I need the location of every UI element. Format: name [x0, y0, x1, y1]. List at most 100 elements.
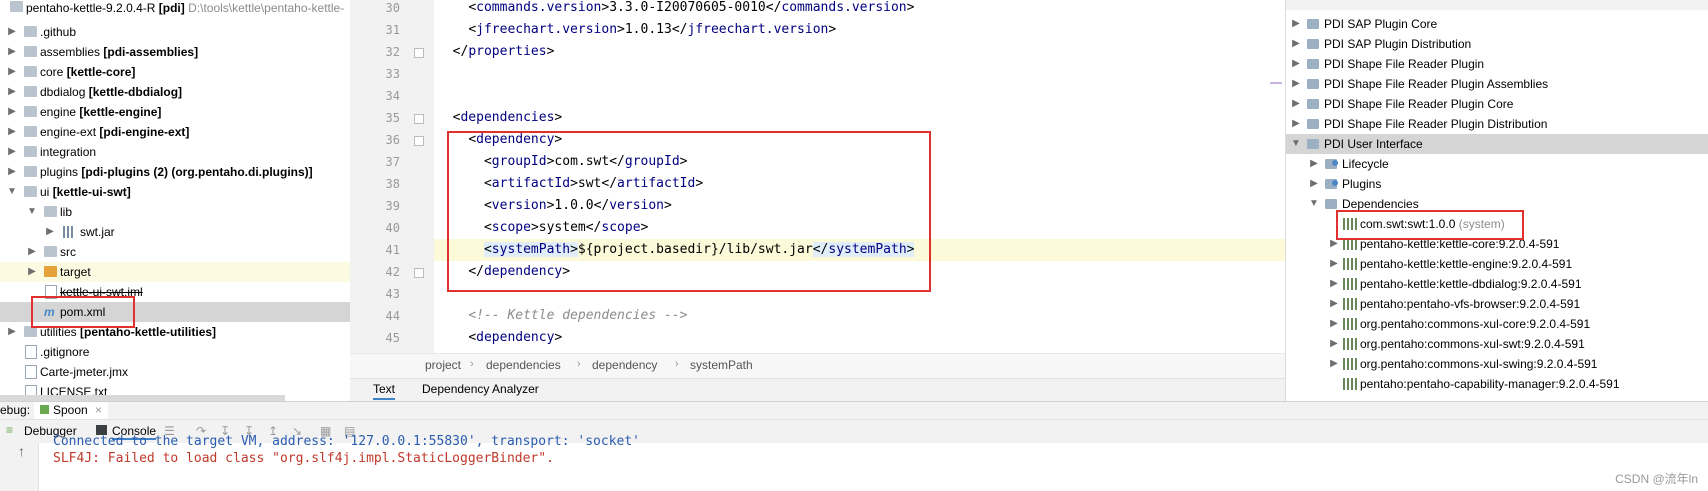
chevron-right-icon[interactable]: ▶: [6, 102, 18, 122]
code-line[interactable]: </properties>: [437, 41, 555, 63]
chevron-right-icon[interactable]: ▶: [44, 222, 56, 242]
chevron-right-icon[interactable]: ▶: [6, 322, 18, 342]
chevron-right-icon[interactable]: ▶: [1290, 54, 1302, 74]
tree-item-plugins[interactable]: ▶ plugins [pdi-plugins (2) (org.pentaho.…: [0, 162, 350, 182]
tree-item-gitignore[interactable]: .gitignore: [0, 342, 350, 362]
maven-item-shape-assemblies[interactable]: ▶ PDI Shape File Reader Plugin Assemblie…: [1286, 74, 1708, 94]
tree-item-swt-jar[interactable]: ▶ swt.jar: [0, 222, 350, 242]
maven-dep-xul-swt[interactable]: ▶ org.pentaho:commons-xul-swt:9.2.0.4-59…: [1286, 334, 1708, 354]
tree-item-target[interactable]: ▶ target: [0, 262, 350, 282]
chevron-right-icon[interactable]: ▶: [6, 82, 18, 102]
xml-tag-name: commands.version: [781, 0, 907, 15]
close-icon[interactable]: ×: [95, 403, 102, 417]
chevron-right-icon[interactable]: ▶: [1328, 294, 1340, 314]
tab-text[interactable]: Text: [373, 382, 396, 400]
tree-item-iml[interactable]: kettle-ui-swt.iml: [0, 282, 350, 302]
maven-item-lifecycle[interactable]: ▶ Lifecycle: [1286, 154, 1708, 174]
tree-item-integration[interactable]: ▶ integration: [0, 142, 350, 162]
chevron-right-icon[interactable]: ▶: [6, 162, 18, 182]
chevron-right-icon[interactable]: ▶: [1290, 94, 1302, 114]
breadcrumb-dependency[interactable]: dependency: [592, 358, 657, 372]
chevron-down-icon[interactable]: ▼: [6, 182, 18, 202]
code-line[interactable]: <version>1.0.0</version>: [437, 195, 672, 217]
tree-item-engine[interactable]: ▶ engine [kettle-engine]: [0, 102, 350, 122]
maven-item-dependencies[interactable]: ▼ Dependencies: [1286, 194, 1708, 214]
code-line[interactable]: <scope>system</scope>: [437, 217, 648, 239]
chevron-right-icon[interactable]: ▶: [1328, 254, 1340, 274]
maven-item-plugins[interactable]: ▶ Plugins: [1286, 174, 1708, 194]
code-line[interactable]: <artifactId>swt</artifactId>: [437, 173, 703, 195]
chevron-right-icon[interactable]: ▶: [1308, 174, 1320, 194]
maven-item-shape-reader[interactable]: ▶ PDI Shape File Reader Plugin: [1286, 54, 1708, 74]
chevron-right-icon[interactable]: ▶: [1290, 14, 1302, 34]
code-line[interactable]: <jfreechart.version>1.0.13</jfreechart.v…: [437, 19, 836, 41]
maven-dep-kettle-engine[interactable]: ▶ pentaho-kettle:kettle-engine:9.2.0.4-5…: [1286, 254, 1708, 274]
chevron-right-icon[interactable]: ▶: [1290, 114, 1302, 134]
fold-marker-icon[interactable]: [414, 114, 424, 124]
chevron-right-icon[interactable]: ▶: [1328, 334, 1340, 354]
chevron-down-icon[interactable]: ▼: [1308, 194, 1320, 214]
chevron-right-icon[interactable]: ▶: [6, 42, 18, 62]
chevron-right-icon[interactable]: ▶: [6, 62, 18, 82]
chevron-right-icon[interactable]: ▶: [26, 262, 38, 282]
code-line[interactable]: <dependency>: [437, 327, 562, 349]
rerun-icon[interactable]: ≡: [6, 423, 13, 437]
chevron-right-icon[interactable]: ▶: [1328, 314, 1340, 334]
code-editor[interactable]: 30 31 32 33 34 35 36 37 38 39 40 41 42 43 44 45 <comman…: [350, 0, 1285, 353]
tree-item-github[interactable]: ▶ .github: [0, 22, 350, 42]
tree-item-dbdialog[interactable]: ▶ dbdialog [kettle-dbdialog]: [0, 82, 350, 102]
maven-item-shape-distribution[interactable]: ▶ PDI Shape File Reader Plugin Distribut…: [1286, 114, 1708, 134]
code-line[interactable]: <systemPath>${project.basedir}/lib/swt.j…: [434, 239, 1285, 261]
maven-dep-vfs-browser[interactable]: ▶ pentaho:pentaho-vfs-browser:9.2.0.4-59…: [1286, 294, 1708, 314]
code-line[interactable]: <groupId>com.swt</groupId>: [437, 151, 688, 173]
chevron-right-icon[interactable]: ▶: [26, 242, 38, 262]
chevron-right-icon[interactable]: ▶: [1328, 234, 1340, 254]
maven-item-shape-core[interactable]: ▶ PDI Shape File Reader Plugin Core: [1286, 94, 1708, 114]
maven-dep-xul-core[interactable]: ▶ org.pentaho:commons-xul-core:9.2.0.4-5…: [1286, 314, 1708, 334]
file-icon: [45, 285, 57, 299]
chevron-right-icon[interactable]: ▶: [1290, 74, 1302, 94]
tree-item-engine-ext[interactable]: ▶ engine-ext [pdi-engine-ext]: [0, 122, 350, 142]
maven-dep-xul-swing[interactable]: ▶ org.pentaho:commons-xul-swing:9.2.0.4-…: [1286, 354, 1708, 374]
breadcrumb-systempath[interactable]: systemPath: [690, 358, 753, 372]
code-line[interactable]: </dependency>: [437, 261, 570, 283]
console-output[interactable]: ↑ Connected to the target VM, address: '…: [0, 434, 1708, 491]
tree-item-assemblies[interactable]: ▶ assemblies [pdi-assemblies]: [0, 42, 350, 62]
tree-item-utilities[interactable]: ▶ utilities [pentaho-kettle-utilities]: [0, 322, 350, 342]
maven-item-sap-core[interactable]: ▶ PDI SAP Plugin Core: [1286, 14, 1708, 34]
chevron-right-icon[interactable]: ▶: [1328, 274, 1340, 294]
code-line[interactable]: <!-- Kettle dependencies -->: [437, 305, 687, 327]
tree-item-carte-jmeter[interactable]: Carte-jmeter.jmx: [0, 362, 350, 382]
maven-dep-com-swt[interactable]: com.swt:swt:1.0.0 (system): [1286, 214, 1708, 234]
chevron-down-icon[interactable]: ▼: [26, 202, 38, 222]
breadcrumb-project[interactable]: project: [425, 358, 461, 372]
tree-item-src[interactable]: ▶ src: [0, 242, 350, 262]
maven-dep-kettle-dbdialog[interactable]: ▶ pentaho-kettle:kettle-dbdialog:9.2.0.4…: [1286, 274, 1708, 294]
tree-root[interactable]: pentaho-kettle-9.2.0.4-R [pdi] D:\tools\…: [0, 1, 350, 23]
maven-item-sap-distribution[interactable]: ▶ PDI SAP Plugin Distribution: [1286, 34, 1708, 54]
fold-marker-icon[interactable]: [414, 268, 424, 278]
chevron-down-icon[interactable]: ▼: [1290, 134, 1302, 154]
breadcrumb-dependencies[interactable]: dependencies: [486, 358, 561, 372]
folder-icon: [44, 206, 57, 217]
chevron-right-icon[interactable]: ▶: [6, 122, 18, 142]
up-arrow-icon[interactable]: ↑: [18, 443, 25, 459]
maven-dep-kettle-core[interactable]: ▶ pentaho-kettle:kettle-core:9.2.0.4-591: [1286, 234, 1708, 254]
maven-item-user-interface[interactable]: ▼ PDI User Interface: [1286, 134, 1708, 154]
tree-item-pom-xml[interactable]: m pom.xml: [0, 302, 350, 322]
tree-item-lib[interactable]: ▼ lib: [0, 202, 350, 222]
chevron-right-icon[interactable]: ▶: [6, 142, 18, 162]
code-line[interactable]: <dependency>: [437, 129, 562, 151]
chevron-right-icon[interactable]: ▶: [1290, 34, 1302, 54]
chevron-right-icon[interactable]: ▶: [6, 22, 18, 42]
code-line[interactable]: <dependencies>: [437, 107, 563, 129]
tab-dependency-analyzer[interactable]: Dependency Analyzer: [422, 382, 539, 396]
code-line[interactable]: <commands.version>3.3.0-I20070605-0010</…: [437, 0, 914, 19]
tree-item-core[interactable]: ▶ core [kettle-core]: [0, 62, 350, 82]
chevron-right-icon[interactable]: ▶: [1308, 154, 1320, 174]
tree-item-ui[interactable]: ▼ ui [kettle-ui-swt]: [0, 182, 350, 202]
chevron-right-icon[interactable]: ▶: [1328, 354, 1340, 374]
fold-marker-icon[interactable]: [414, 48, 424, 58]
maven-dep-capability-manager[interactable]: pentaho:pentaho-capability-manager:9.2.0…: [1286, 374, 1708, 394]
fold-marker-icon[interactable]: [414, 136, 424, 146]
